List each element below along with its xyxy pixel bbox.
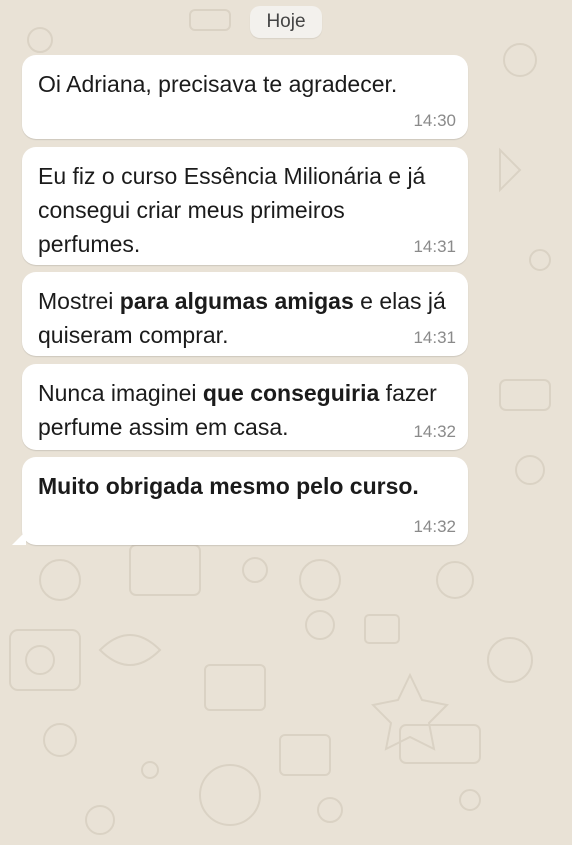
message-bubble[interactable]: Muito obrigada mesmo pelo curso. 14:32	[12, 457, 468, 545]
message-text-bold: Muito obrigada mesmo pelo curso.	[38, 473, 419, 499]
message-text-segment: Oi Adriana, precisava te agradecer.	[38, 71, 398, 97]
message-bubble[interactable]: Oi Adriana, precisava te agradecer. 14:30	[22, 55, 468, 139]
message-text-segment: Eu fiz o curso Essência Milionária e já …	[38, 163, 426, 257]
message-timestamp: 14:31	[413, 237, 456, 256]
message-text-segment: Nunca imaginei	[38, 380, 203, 406]
message-text-segment: Mostrei	[38, 288, 120, 314]
message-bubble[interactable]: Eu fiz o curso Essência Milionária e já …	[22, 147, 468, 265]
message-timestamp: 14:31	[413, 328, 456, 347]
message-timestamp: 14:32	[413, 517, 456, 536]
message-timestamp: 14:30	[413, 111, 456, 130]
message-text: Eu fiz o curso Essência Milionária e já …	[38, 159, 452, 261]
date-separator: Hoje	[250, 6, 322, 38]
message-text-bold: para algumas amigas	[119, 288, 354, 314]
message-text: Nunca imaginei que conseguiria fazer per…	[38, 376, 452, 444]
message-text: Muito obrigada mesmo pelo curso.	[38, 469, 452, 503]
message-text: Oi Adriana, precisava te agradecer.	[38, 67, 452, 101]
bubble-tail-icon	[12, 531, 26, 545]
message-bubble[interactable]: Mostrei para algumas amigas e elas já qu…	[22, 272, 468, 356]
message-text: Mostrei para algumas amigas e elas já qu…	[38, 284, 452, 352]
message-timestamp: 14:32	[413, 422, 456, 441]
message-text-bold: que conseguiria	[202, 380, 380, 406]
message-bubble[interactable]: Nunca imaginei que conseguiria fazer per…	[22, 364, 468, 450]
